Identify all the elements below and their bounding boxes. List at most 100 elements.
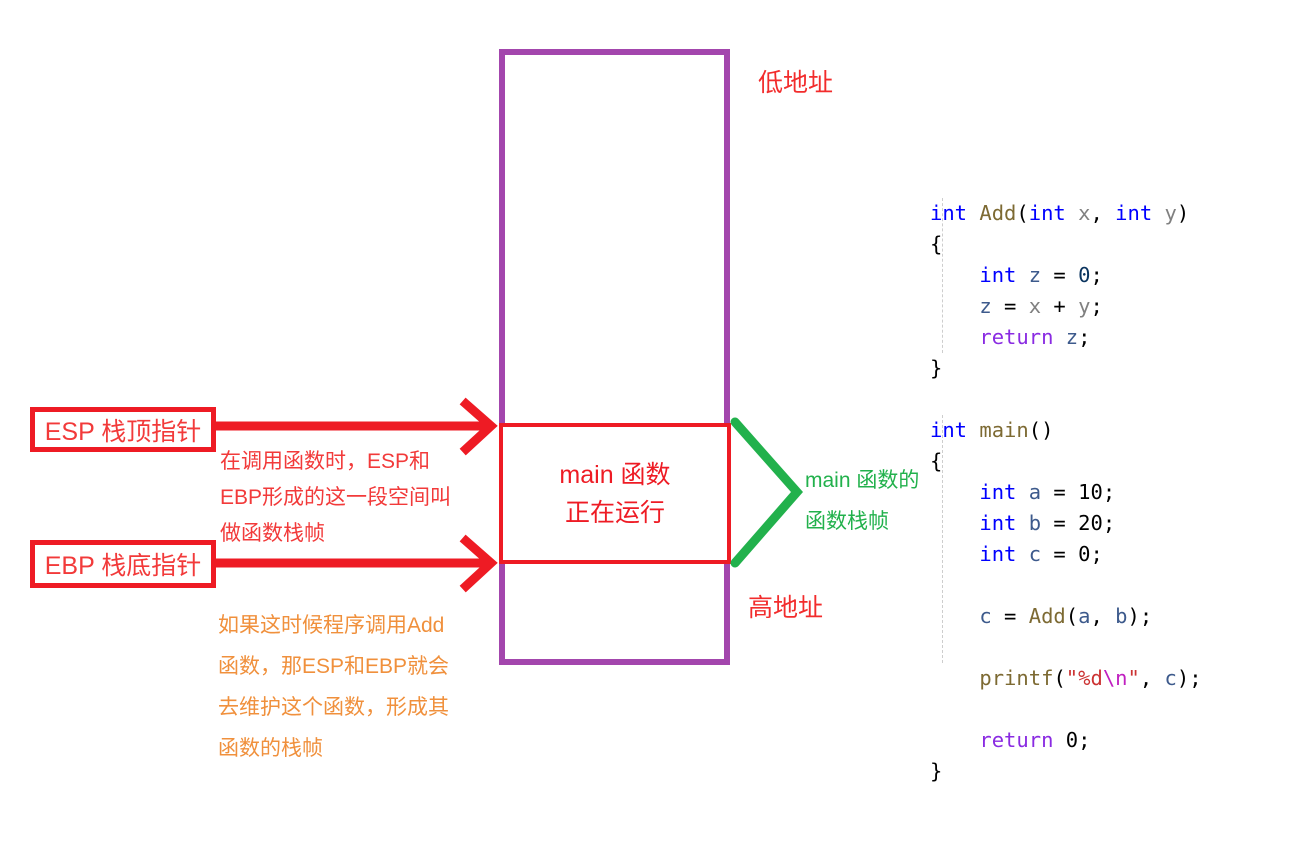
code-token: y [1164,201,1177,225]
code-token: = [1041,263,1079,287]
main-frame-line-2: 正在运行 [564,498,665,527]
code-token: ); [1127,604,1153,628]
code-token: = [1041,511,1079,535]
code-token: , [1090,604,1116,628]
code-line: int c = 0; [930,539,1300,570]
code-token: = [991,294,1029,318]
code-token: ( [1053,666,1066,690]
code-token: Add [979,201,1017,225]
code-token: 10 [1078,480,1103,504]
code-line: int z = 0; [930,260,1300,291]
code-token: " [1127,666,1140,690]
code-token: int [979,542,1017,566]
code-line: c = Add(a, b); [930,601,1300,632]
code-token: ; [1102,480,1116,504]
code-token: int [979,511,1017,535]
note-main-frame-green: main 函数的 函数栈帧 [805,460,919,542]
code-token: b [1028,511,1042,535]
code-line [930,694,1300,725]
code-token: "%d [1065,666,1103,690]
code-token: z [1028,263,1042,287]
code-token: ; [1090,542,1103,566]
ebp-pointer-box: EBP 栈底指针 [30,540,216,588]
code-token: ; [1090,263,1103,287]
code-line: printf("%d\n", c); [930,663,1300,694]
code-line: z = x + y; [930,291,1300,322]
esp-arrow-icon [215,397,498,456]
code-token: = [991,604,1029,628]
note-red-line-2: EBP形成的这一段空间叫 [220,486,452,509]
code-token: return [979,728,1054,752]
ebp-pointer-label: EBP 栈底指针 [44,552,202,580]
code-line [930,384,1300,415]
code-token: 0 [1065,728,1079,752]
code-token: = [1041,542,1079,566]
code-token: a [1028,480,1042,504]
code-token: c [979,604,992,628]
code-line: return z; [930,322,1300,353]
code-token: ; [1078,728,1091,752]
main-frame-line-1: main 函数 [559,460,671,489]
code-token: b [1115,604,1128,628]
code-token: \n [1102,666,1128,690]
code-token: } [930,759,943,783]
code-token: () [1028,418,1054,442]
code-token: int [1115,201,1153,225]
code-token: c [1164,666,1177,690]
stack-memory-region [499,49,730,665]
green-brace-icon [730,417,803,568]
note-green-line-2: 函数栈帧 [805,510,889,533]
code-token: int [930,418,968,442]
note-add-call-orange: 如果这时候程序调用Add 函数，那ESP和EBP就会 去维护这个函数，形成其 函… [218,605,449,769]
code-token: int [930,201,968,225]
esp-pointer-box: ESP 栈顶指针 [30,407,216,452]
code-token: return [979,325,1054,349]
code-token: ; [1102,511,1116,535]
note-orange-line-4: 函数的栈帧 [218,737,323,760]
code-line: int a = 10; [930,477,1300,508]
code-token: 20 [1078,511,1103,535]
code-token: { [930,449,943,473]
code-line: } [930,756,1300,787]
code-token: ; [1078,325,1091,349]
note-orange-line-3: 去维护这个函数，形成其 [218,696,449,719]
main-function-frame-box: main 函数 正在运行 [499,423,731,564]
code-token: ) [1176,201,1190,225]
code-token: printf [979,666,1054,690]
code-line [930,570,1300,601]
code-line: { [930,446,1300,477]
code-token: int [979,480,1017,504]
code-line: { [930,229,1300,260]
code-token: x [1078,201,1091,225]
code-token: Add [1028,604,1066,628]
note-green-line-1: main 函数的 [805,469,920,492]
diagram-canvas: 低地址 高地址 main 函数 正在运行 ESP 栈顶指针 EBP 栈底指针 在… [0,0,1312,789]
code-line [930,632,1300,663]
code-token: z [1065,325,1079,349]
code-token: , [1090,201,1116,225]
code-token: + [1041,294,1079,318]
note-orange-line-1: 如果这时候程序调用Add [218,614,445,637]
code-token: = [1041,480,1079,504]
code-token: x [1028,294,1042,318]
code-token: ; [1090,294,1103,318]
